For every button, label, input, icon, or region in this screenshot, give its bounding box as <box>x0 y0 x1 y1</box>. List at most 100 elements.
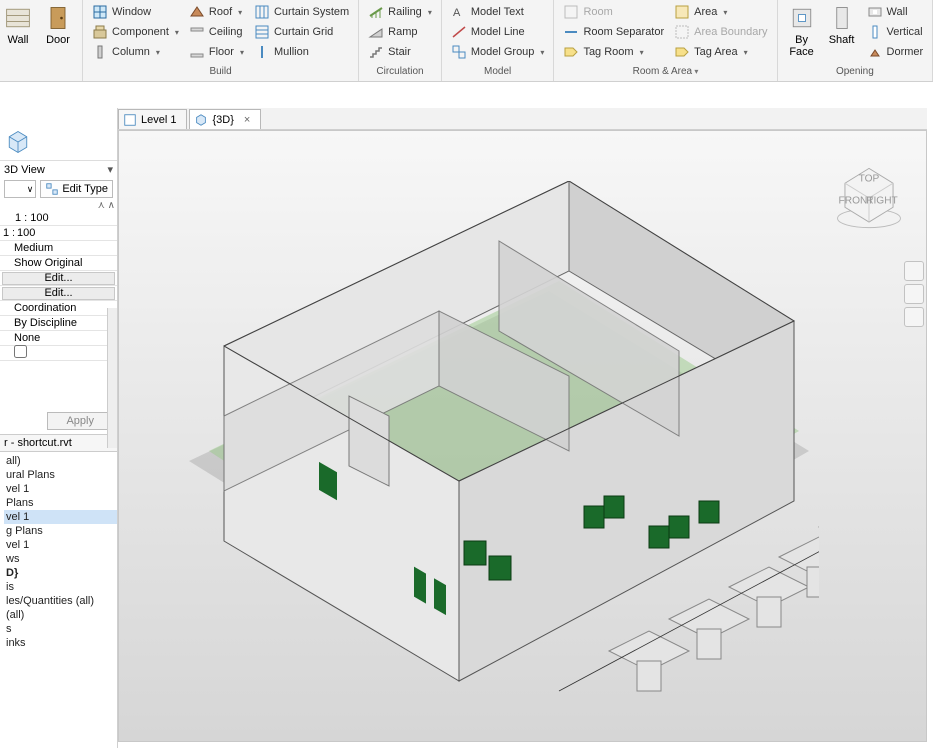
nav-full-button[interactable] <box>904 261 924 281</box>
railing-button[interactable]: Railing <box>365 2 435 22</box>
properties-scrollbar[interactable] <box>107 308 117 448</box>
model-group-icon <box>451 44 467 60</box>
tree-item[interactable]: vel 1 <box>4 538 117 552</box>
tree-item[interactable]: vel 1 <box>4 482 117 496</box>
tag-area-button[interactable]: Tag Area <box>671 42 770 62</box>
model-text-icon: A <box>451 4 467 20</box>
show-hidden-value[interactable]: By Discipline <box>0 317 117 329</box>
model-group-button[interactable]: Model Group <box>448 42 548 62</box>
mullion-icon <box>254 44 270 60</box>
properties-expand-icons[interactable]: ⋏ ∧ <box>0 200 117 211</box>
properties-expand2[interactable]: ∧ <box>0 361 117 372</box>
room-separator-button[interactable]: Room Separator <box>560 22 667 42</box>
panel-circulation-title: Circulation <box>365 64 435 81</box>
opening-wall-icon <box>867 4 883 20</box>
default-template-value[interactable]: None <box>0 332 117 344</box>
dormer-button[interactable]: Dormer <box>864 42 927 62</box>
panel-room-area-title[interactable]: Room & Area <box>560 64 770 81</box>
area-boundary-icon <box>674 24 690 40</box>
nav-tool-button[interactable] <box>904 284 924 304</box>
properties-filter-combo[interactable]: ∨ <box>4 180 36 198</box>
discipline-value[interactable]: Coordination <box>0 302 117 314</box>
tree-item[interactable]: all) <box>4 454 117 468</box>
railing-icon <box>368 4 384 20</box>
scale-denom[interactable]: 100 <box>14 227 117 239</box>
curtain-grid-button[interactable]: Curtain Grid <box>251 22 352 42</box>
ramp-button[interactable]: Ramp <box>365 22 435 42</box>
model-line-button[interactable]: Model Line <box>448 22 548 42</box>
tree-item[interactable]: Plans <box>4 496 117 510</box>
3d-view-type-icon <box>4 128 32 156</box>
door-button[interactable]: Door <box>40 2 76 48</box>
shaft-icon <box>828 4 856 32</box>
graphic-display-edit[interactable]: Edit... <box>2 287 115 300</box>
roof-icon <box>189 4 205 20</box>
tree-item[interactable]: is <box>4 580 117 594</box>
component-button[interactable]: Component <box>89 22 182 42</box>
tree-item[interactable]: (all) <box>4 608 117 622</box>
roof-button[interactable]: Roof <box>186 2 247 22</box>
stair-icon <box>368 44 384 60</box>
wall-button[interactable]: Wall <box>0 2 36 48</box>
area-icon <box>674 4 690 20</box>
detail-level[interactable]: Medium <box>0 242 117 254</box>
viewport-3d[interactable]: TOP FRONT RIGHT <box>118 130 927 742</box>
window-button[interactable]: Window <box>89 2 182 22</box>
tree-item[interactable]: ws <box>4 552 117 566</box>
left-panels: 3D View ▾ ∨ Edit Type ⋏ ∧ 1 : 100 1 :100… <box>0 108 118 748</box>
opening-wall-button[interactable]: Wall <box>864 2 927 22</box>
column-button[interactable]: Column <box>89 42 182 62</box>
component-icon <box>92 24 108 40</box>
wall-icon <box>4 4 32 32</box>
ceiling-button[interactable]: Ceiling <box>186 22 247 42</box>
svg-text:TOP: TOP <box>859 173 880 184</box>
scale-value[interactable]: 1 : 100 <box>12 212 117 224</box>
project-browser-title: r - shortcut.rvt × <box>0 434 117 452</box>
3d-view-icon <box>194 113 208 127</box>
viewcube[interactable]: TOP FRONT RIGHT <box>832 161 906 235</box>
panel-opening-title: Opening <box>784 64 927 81</box>
tag-area-icon <box>674 44 690 60</box>
by-face-icon <box>788 4 816 32</box>
properties-type-caret[interactable]: ▾ <box>107 163 113 176</box>
tab-close-button[interactable]: × <box>244 114 250 126</box>
mullion-button[interactable]: Mullion <box>251 42 352 62</box>
tag-room-button[interactable]: Tag Room <box>560 42 667 62</box>
tree-item[interactable]: les/Quantities (all) <box>4 594 117 608</box>
building-model[interactable] <box>179 181 819 701</box>
door-label: Door <box>46 34 70 46</box>
edit-type-button[interactable]: Edit Type <box>40 180 113 198</box>
tree-item[interactable]: inks <box>4 636 117 650</box>
svg-text:A: A <box>453 7 461 19</box>
curtain-system-button[interactable]: Curtain System <box>251 2 352 22</box>
tree-item[interactable]: s <box>4 622 117 636</box>
properties-type-label: 3D View <box>4 164 103 176</box>
nav-tool2-button[interactable] <box>904 307 924 327</box>
area-button[interactable]: Area <box>671 2 770 22</box>
area-boundary-button[interactable]: Area Boundary <box>671 22 770 42</box>
parts-visibility[interactable]: Show Original <box>0 257 117 269</box>
vertical-button[interactable]: Vertical <box>864 22 927 42</box>
apply-button[interactable]: Apply <box>47 412 113 430</box>
vg-overrides-edit[interactable]: Edit... <box>2 272 115 285</box>
navigation-bar <box>904 261 926 327</box>
svg-text:RIGHT: RIGHT <box>866 196 898 207</box>
stair-button[interactable]: Stair <box>365 42 435 62</box>
plan-view-icon <box>123 113 137 127</box>
tree-item[interactable]: g Plans <box>4 524 117 538</box>
by-face-button[interactable]: By Face <box>784 2 820 62</box>
floor-button[interactable]: Floor <box>186 42 247 62</box>
tree-item[interactable]: vel 1 <box>4 510 117 524</box>
room-button[interactable]: Room <box>560 2 667 22</box>
panel-opening: By Face Shaft Wall Vertical Dormer Openi… <box>778 0 933 81</box>
properties-header <box>0 108 117 161</box>
window-icon <box>92 4 108 20</box>
wall-label: Wall <box>8 34 29 46</box>
prop-checkbox[interactable] <box>14 345 27 358</box>
tree-item[interactable]: ural Plans <box>4 468 117 482</box>
tab-3d[interactable]: {3D} × <box>189 109 261 129</box>
shaft-button[interactable]: Shaft <box>824 2 860 62</box>
tree-item[interactable]: D} <box>4 566 117 580</box>
tab-level1[interactable]: Level 1 <box>118 109 187 129</box>
model-text-button[interactable]: AModel Text <box>448 2 548 22</box>
